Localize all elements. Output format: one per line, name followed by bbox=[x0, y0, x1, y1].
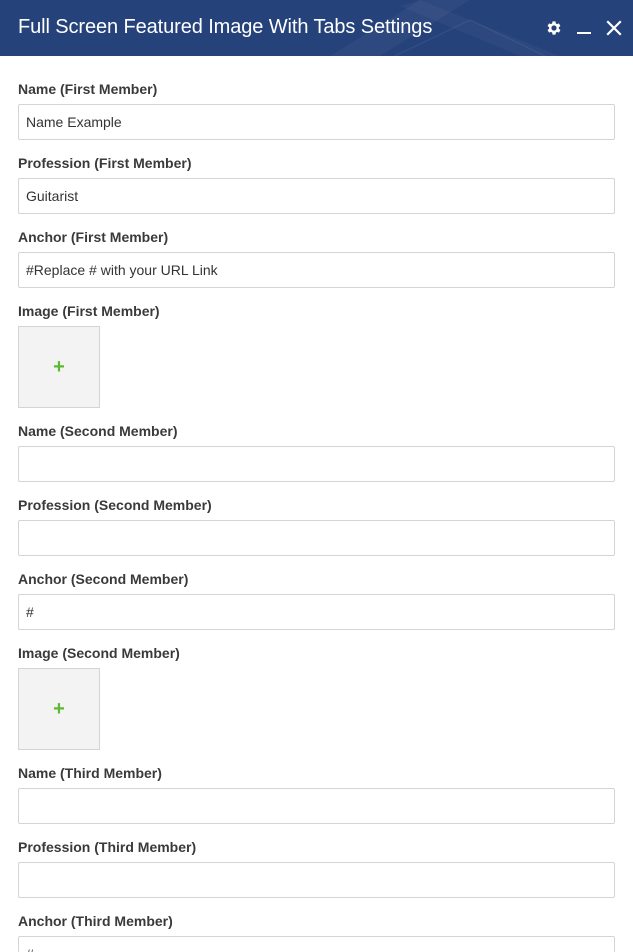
add-image-button-first[interactable]: + bbox=[18, 326, 100, 408]
field-label: Image (First Member) bbox=[18, 303, 160, 319]
field-label: Profession (Second Member) bbox=[18, 497, 212, 513]
field-anchor-third: Anchor (Third Member) bbox=[18, 912, 615, 952]
plus-icon: + bbox=[53, 698, 65, 720]
anchor-third-input[interactable] bbox=[18, 936, 615, 952]
panel-body: Name (First Member) Profession (First Me… bbox=[0, 56, 633, 952]
field-label: Profession (Third Member) bbox=[18, 839, 197, 855]
field-profession-third: Profession (Third Member) bbox=[18, 838, 615, 898]
field-label: Name (Third Member) bbox=[18, 765, 162, 781]
field-label: Name (Second Member) bbox=[18, 423, 178, 439]
profession-first-input[interactable] bbox=[18, 178, 615, 214]
field-label: Name (First Member) bbox=[18, 81, 158, 97]
profession-second-input[interactable] bbox=[18, 520, 615, 556]
field-anchor-first: Anchor (First Member) bbox=[18, 228, 615, 288]
field-label: Anchor (Second Member) bbox=[18, 571, 189, 587]
close-icon bbox=[606, 20, 622, 36]
name-first-input[interactable] bbox=[18, 104, 615, 140]
field-name-second: Name (Second Member) bbox=[18, 422, 615, 482]
settings-panel: Full Screen Featured Image With Tabs Set… bbox=[0, 0, 633, 952]
minimize-button[interactable] bbox=[571, 15, 597, 41]
field-profession-second: Profession (Second Member) bbox=[18, 496, 615, 556]
panel-title: Full Screen Featured Image With Tabs Set… bbox=[18, 16, 433, 38]
minimize-icon bbox=[577, 32, 591, 34]
close-button[interactable] bbox=[601, 15, 627, 41]
field-name-first: Name (First Member) bbox=[18, 80, 615, 140]
add-image-button-second[interactable]: + bbox=[18, 668, 100, 750]
settings-button[interactable] bbox=[541, 15, 567, 41]
panel-header[interactable]: Full Screen Featured Image With Tabs Set… bbox=[0, 0, 633, 56]
name-third-input[interactable] bbox=[18, 788, 615, 824]
field-name-third: Name (Third Member) bbox=[18, 764, 615, 824]
anchor-second-input[interactable] bbox=[18, 594, 615, 630]
profession-third-input[interactable] bbox=[18, 862, 615, 898]
header-actions bbox=[541, 0, 633, 56]
field-anchor-second: Anchor (Second Member) bbox=[18, 570, 615, 630]
field-image-second: Image (Second Member) + bbox=[18, 644, 615, 750]
anchor-first-input[interactable] bbox=[18, 252, 615, 288]
field-label: Image (Second Member) bbox=[18, 645, 180, 661]
field-profession-first: Profession (First Member) bbox=[18, 154, 615, 214]
gear-icon bbox=[547, 21, 561, 35]
field-image-first: Image (First Member) + bbox=[18, 302, 615, 408]
field-label: Anchor (Third Member) bbox=[18, 913, 173, 929]
name-second-input[interactable] bbox=[18, 446, 615, 482]
plus-icon: + bbox=[53, 356, 65, 378]
field-label: Profession (First Member) bbox=[18, 155, 192, 171]
field-label: Anchor (First Member) bbox=[18, 229, 169, 245]
